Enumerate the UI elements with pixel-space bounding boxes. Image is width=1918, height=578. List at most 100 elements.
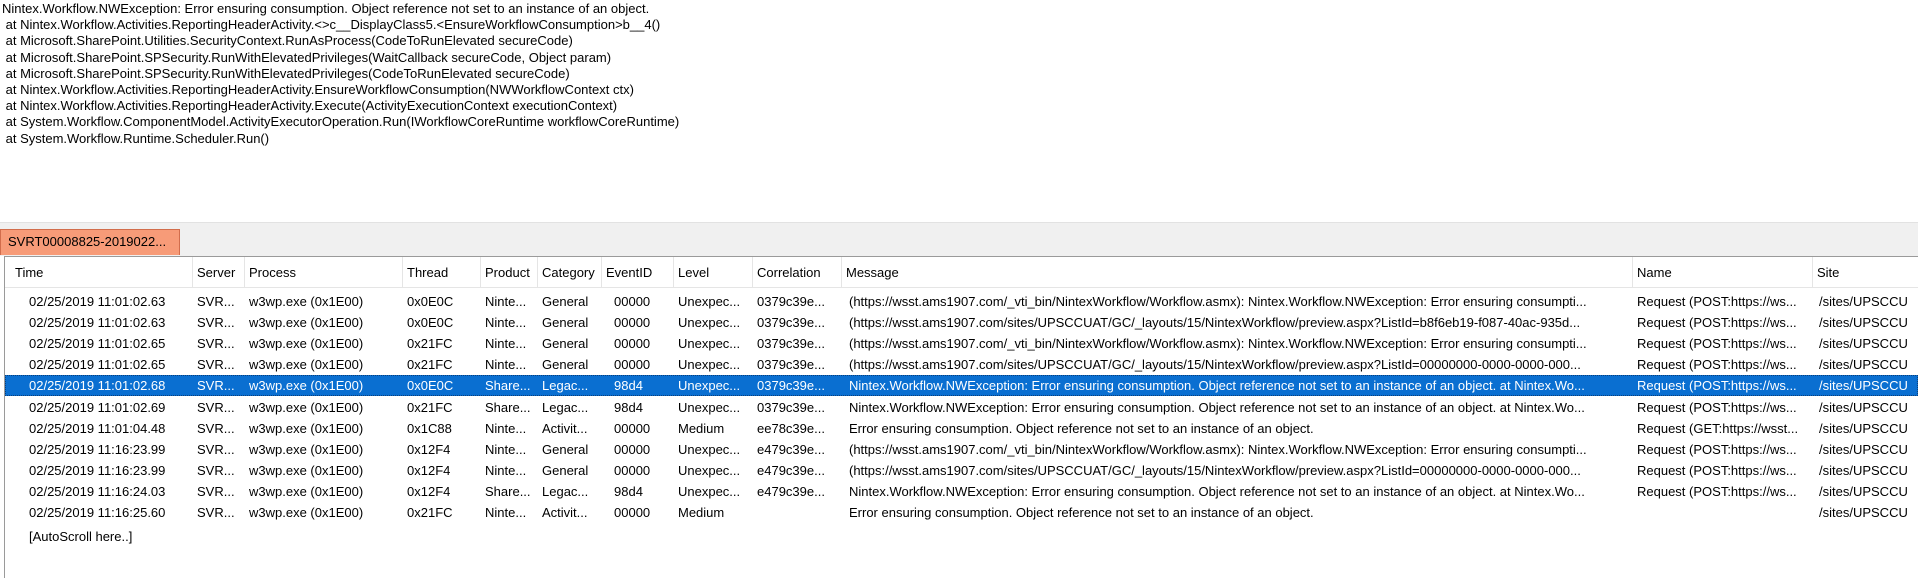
- cell-server: SVR...: [197, 420, 235, 436]
- cell-site: /sites/UPSCCU: [1819, 294, 1908, 309]
- cell-process: w3wp.exe (0x1E00): [249, 420, 364, 436]
- cell-name: Request (POST:https://ws...: [1637, 462, 1797, 478]
- cell-name: [1633, 502, 1813, 523]
- cell-correlation: 0379c39e...: [757, 336, 825, 352]
- column-header-site[interactable]: Site: [1813, 257, 1918, 287]
- detail-line: at Microsoft.SharePoint.SPSecurity.RunWi…: [2, 49, 612, 65]
- cell-message: (https://wsst.ams1907.com/sites/UPSCCUAT…: [849, 357, 1581, 373]
- cell-message: Error ensuring consumption. Object refer…: [849, 420, 1314, 436]
- column-header-server[interactable]: Server: [193, 257, 245, 287]
- cell-message: Nintex.Workflow.NWException: Error ensur…: [849, 378, 1585, 394]
- cell-time: 02/25/2019 11:16:23.99: [29, 462, 166, 478]
- message-detail-pane[interactable]: Nintex.Workflow.NWException: Error ensur…: [0, 0, 1918, 222]
- cell-level: Unexpec...: [678, 294, 741, 309]
- cell-level: Unexpec...: [678, 315, 741, 331]
- cell-eventid: 00000: [614, 357, 651, 373]
- cell-eventid: 98d4: [614, 378, 643, 394]
- cell-time: 02/25/2019 11:16:24.03: [29, 483, 166, 499]
- cell-thread: 0x0E0C: [407, 294, 454, 309]
- detail-line: at Nintex.Workflow.Activities.ReportingH…: [2, 81, 634, 97]
- cell-thread: 0x1C88: [407, 420, 452, 436]
- cell-time: 02/25/2019 11:01:04.48: [29, 420, 166, 436]
- cell-product: Ninte...: [485, 294, 527, 309]
- cell-process: w3wp.exe (0x1E00): [249, 399, 364, 415]
- cell-process: w3wp.exe (0x1E00): [249, 357, 364, 373]
- cell-message: Nintex.Workflow.NWException: Error ensur…: [849, 399, 1585, 415]
- cell-correlation: 0379c39e...: [757, 399, 825, 415]
- detail-line: at Nintex.Workflow.Activities.ReportingH…: [2, 17, 661, 33]
- cell-eventid: 98d4: [614, 483, 643, 499]
- table-row[interactable]: 02/25/2019 11:01:02.63 SVR... w3wp.exe (0x…: [5, 312, 1918, 333]
- cell-thread: 0x12F4: [407, 462, 451, 478]
- cell-process: w3wp.exe (0x1E00): [249, 378, 364, 394]
- column-header-correlation[interactable]: Correlation: [753, 257, 842, 287]
- cell-process: w3wp.exe (0x1E00): [249, 483, 364, 499]
- cell-eventid: 00000: [614, 336, 651, 352]
- cell-correlation: [753, 502, 842, 523]
- cell-correlation: e479c39e...: [757, 462, 825, 478]
- cell-name: Request (GET:https://wsst...: [1637, 420, 1799, 436]
- column-header-eventid[interactable]: EventID: [602, 257, 674, 287]
- cell-category: General: [542, 336, 589, 352]
- table-row[interactable]: 02/25/2019 11:16:24.03 SVR... w3wp.exe (0x…: [5, 481, 1918, 502]
- cell-site: /sites/UPSCCU: [1819, 315, 1908, 331]
- cell-product: Share...: [485, 378, 531, 394]
- cell-product: Share...: [485, 483, 531, 499]
- cell-correlation: e479c39e...: [757, 483, 825, 499]
- column-header-time[interactable]: Time: [5, 257, 193, 287]
- column-header-product[interactable]: Product: [481, 257, 538, 287]
- cell-product: Share...: [485, 399, 531, 415]
- cell-site: /sites/UPSCCU: [1819, 441, 1908, 457]
- column-header-name[interactable]: Name: [1633, 257, 1813, 287]
- cell-server: SVR...: [197, 378, 235, 394]
- cell-site: /sites/UPSCCU: [1819, 399, 1908, 415]
- column-header-process[interactable]: Process: [245, 257, 403, 287]
- cell-name: Request (POST:https://ws...: [1637, 483, 1797, 499]
- cell-level: Medium: [678, 505, 725, 520]
- table-row[interactable]: 02/25/2019 11:01:02.69 SVR... w3wp.exe (0x…: [5, 397, 1918, 418]
- table-row[interactable]: 02/25/2019 11:01:04.48 SVR... w3wp.exe (0x…: [5, 418, 1918, 439]
- cell-message: (https://wsst.ams1907.com/sites/UPSCCUAT…: [849, 462, 1581, 478]
- cell-eventid: 00000: [614, 505, 651, 520]
- column-header-category[interactable]: Category: [538, 257, 602, 287]
- table-row[interactable]: 02/25/2019 11:01:02.65 SVR... w3wp.exe (0x…: [5, 333, 1918, 354]
- cell-name: Request (POST:https://ws...: [1637, 315, 1797, 331]
- cell-process: w3wp.exe (0x1E00): [249, 462, 364, 478]
- cell-thread: 0x21FC: [407, 399, 453, 415]
- cell-server: SVR...: [197, 399, 235, 415]
- log-file-tab[interactable]: SVRT00008825-2019022...: [0, 229, 180, 255]
- log-entries-grid[interactable]: Time Server Process Thread Product Categ…: [4, 256, 1918, 578]
- autoscroll-marker[interactable]: [AutoScroll here..]: [29, 526, 132, 547]
- cell-thread: 0x0E0C: [407, 378, 454, 394]
- cell-server: SVR...: [197, 315, 235, 331]
- cell-level: Unexpec...: [678, 378, 741, 394]
- table-row[interactable]: 02/25/2019 11:01:02.65 SVR... w3wp.exe (0x…: [5, 354, 1918, 375]
- table-row[interactable]: 02/25/2019 11:16:25.60 SVR... w3wp.exe (0x…: [5, 502, 1918, 523]
- cell-message: (https://wsst.ams1907.com/_vti_bin/Ninte…: [849, 336, 1587, 352]
- cell-correlation: 0379c39e...: [757, 357, 825, 373]
- grid-header: Time Server Process Thread Product Categ…: [5, 257, 1918, 288]
- cell-thread: 0x0E0C: [407, 315, 454, 331]
- log-tab-strip: SVRT00008825-2019022...: [0, 222, 1918, 256]
- cell-process: w3wp.exe (0x1E00): [249, 294, 364, 309]
- table-row[interactable]: 02/25/2019 11:01:02.68 SVR... w3wp.exe (0x…: [5, 375, 1918, 397]
- column-header-thread[interactable]: Thread: [403, 257, 481, 287]
- cell-process: w3wp.exe (0x1E00): [249, 315, 364, 331]
- cell-process: w3wp.exe (0x1E00): [249, 336, 364, 352]
- table-row[interactable]: 02/25/2019 11:16:23.99 SVR... w3wp.exe (0x…: [5, 439, 1918, 460]
- cell-server: SVR...: [197, 462, 235, 478]
- table-row[interactable]: 02/25/2019 11:16:23.99 SVR... w3wp.exe (0x…: [5, 460, 1918, 481]
- cell-product: Ninte...: [485, 420, 527, 436]
- column-header-message[interactable]: Message: [842, 257, 1633, 287]
- column-header-level[interactable]: Level: [674, 257, 753, 287]
- cell-server: SVR...: [197, 483, 235, 499]
- cell-eventid: 00000: [614, 420, 651, 436]
- cell-server: SVR...: [197, 357, 235, 373]
- cell-site: /sites/UPSCCU: [1819, 378, 1908, 394]
- cell-correlation: 0379c39e...: [757, 378, 825, 394]
- cell-time: 02/25/2019 11:01:02.68: [29, 378, 166, 394]
- cell-category: General: [542, 462, 589, 478]
- detail-line: at Microsoft.SharePoint.SPSecurity.RunWi…: [2, 65, 570, 81]
- detail-line: at System.Workflow.ComponentModel.Activi…: [2, 114, 680, 130]
- table-row[interactable]: 02/25/2019 11:01:02.63 SVR... w3wp.exe (0x…: [5, 291, 1918, 312]
